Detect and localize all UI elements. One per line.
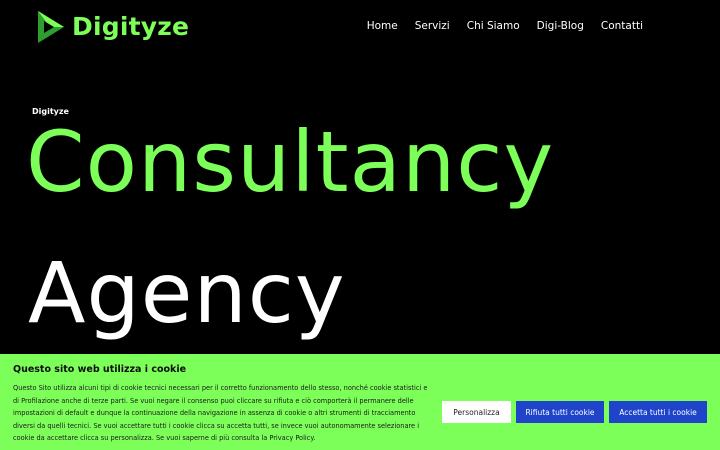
nav-item-digi-blog[interactable]: Digi-Blog xyxy=(537,18,584,34)
logo[interactable]: Digityze xyxy=(36,9,189,45)
reject-all-cookies-button[interactable]: Rifiuta tutti cookie xyxy=(516,401,604,423)
cookie-banner-title: Questo sito web utilizza i cookie xyxy=(13,364,187,375)
hero-title-line-2: Agency xyxy=(28,244,346,342)
logo-text: Digityze xyxy=(72,12,190,41)
main-nav: Home Servizi Chi Siamo Digi-Blog Contatt… xyxy=(367,18,643,34)
accept-all-cookies-button[interactable]: Accetta tutti i cookie xyxy=(609,401,707,423)
customize-cookies-button[interactable]: Personalizza xyxy=(442,401,511,423)
page: Digityze Home Servizi Chi Siamo Digi-Blo… xyxy=(0,0,720,450)
play-logo-icon xyxy=(38,11,64,43)
nav-item-chi-siamo[interactable]: Chi Siamo xyxy=(467,18,520,34)
cookie-banner-text: Questo Sito utilizza alcuni tipi di cook… xyxy=(13,384,428,443)
nav-item-servizi[interactable]: Servizi xyxy=(415,18,450,34)
cookie-banner: Questo sito web utilizza i cookie Questo… xyxy=(0,354,720,450)
nav-item-home[interactable]: Home xyxy=(367,18,398,34)
nav-item-contatti[interactable]: Contatti xyxy=(601,18,643,34)
hero-title-line-1: Consultancy xyxy=(26,113,555,211)
